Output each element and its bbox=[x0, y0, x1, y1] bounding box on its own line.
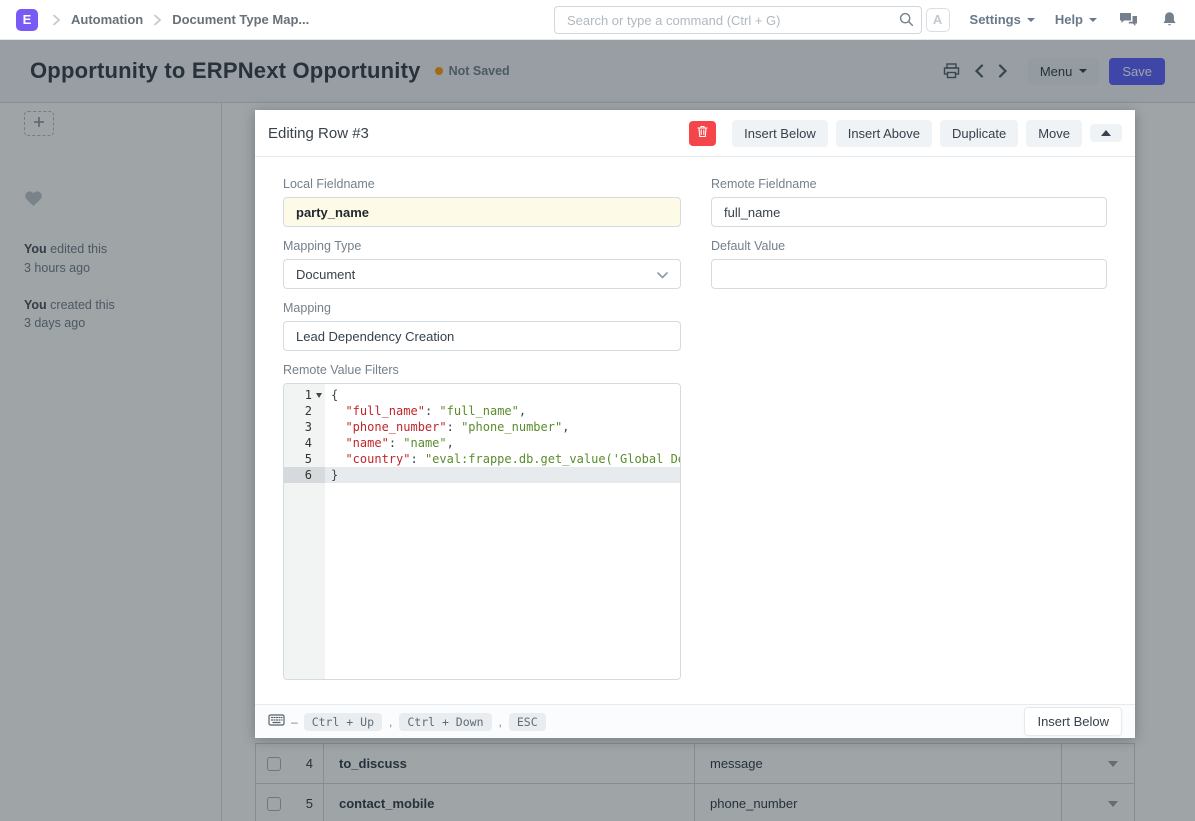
trash-icon bbox=[697, 125, 708, 141]
global-search bbox=[554, 6, 922, 34]
user-avatar[interactable]: A bbox=[926, 8, 950, 32]
shortcut-esc: ESC bbox=[509, 713, 546, 731]
code-line-number: 5 bbox=[284, 451, 325, 467]
breadcrumb-item-doctype-map[interactable]: Document Type Map... bbox=[172, 12, 309, 27]
field-label: Mapping Type bbox=[283, 239, 681, 253]
row-editor-actions: Insert Below Insert Above Duplicate Move bbox=[689, 120, 1122, 147]
field-mapping: Mapping bbox=[283, 301, 681, 351]
field-local-fieldname: Local Fieldname bbox=[283, 177, 681, 227]
settings-menu[interactable]: Settings bbox=[970, 12, 1035, 27]
breadcrumb: Automation Document Type Map... bbox=[52, 12, 309, 27]
code-line: "phone_number": "phone_number", bbox=[325, 419, 680, 435]
form-column-right: Remote Fieldname Default Value bbox=[711, 177, 1107, 692]
code-line: "country": "eval:frappe.db.get_value('Gl… bbox=[325, 451, 680, 467]
code-line-number: 4 bbox=[284, 435, 325, 451]
collapse-row-button[interactable] bbox=[1090, 124, 1122, 142]
code-line: "name": "name", bbox=[325, 435, 680, 451]
code-line-number: 3 bbox=[284, 419, 325, 435]
search-icon bbox=[899, 12, 914, 32]
caret-down-icon bbox=[1089, 18, 1097, 22]
field-label: Mapping bbox=[283, 301, 681, 315]
caret-up-icon bbox=[1101, 130, 1111, 136]
remote-value-filters-editor[interactable]: 123456 { "full_name": "full_name", "phon… bbox=[283, 383, 681, 680]
field-mapping-type: Mapping Type Document bbox=[283, 239, 681, 289]
field-remote-value-filters: Remote Value Filters 123456 { "full_name… bbox=[283, 363, 681, 680]
navbar-right: A Settings Help bbox=[926, 8, 1179, 32]
footer-insert-below-button[interactable]: Insert Below bbox=[1024, 707, 1122, 736]
app-logo[interactable]: E bbox=[16, 9, 38, 31]
shortcut-separator: , bbox=[389, 715, 392, 729]
move-button[interactable]: Move bbox=[1026, 120, 1082, 147]
code-line-number: 6 bbox=[284, 467, 325, 483]
mapping-type-select[interactable]: Document bbox=[283, 259, 681, 289]
mapping-input[interactable] bbox=[283, 321, 681, 351]
row-editor-header: Editing Row #3 Insert Below Insert Above… bbox=[255, 110, 1135, 157]
settings-menu-label: Settings bbox=[970, 12, 1021, 27]
chat-icon[interactable] bbox=[1117, 10, 1140, 30]
shortcut-separator: , bbox=[499, 715, 502, 729]
remote-fieldname-input[interactable] bbox=[711, 197, 1107, 227]
shortcut-ctrl-down: Ctrl + Down bbox=[399, 713, 491, 731]
form-column-left: Local Fieldname Mapping Type Document bbox=[283, 177, 681, 692]
field-remote-fieldname: Remote Fieldname bbox=[711, 177, 1107, 227]
code-line: } bbox=[325, 467, 680, 483]
chevron-down-icon bbox=[657, 267, 668, 282]
field-label: Default Value bbox=[711, 239, 1107, 253]
mapping-type-value: Document bbox=[296, 267, 355, 282]
local-fieldname-input[interactable] bbox=[283, 197, 681, 227]
code-lines: { "full_name": "full_name", "phone_numbe… bbox=[325, 384, 680, 483]
bell-icon[interactable] bbox=[1160, 9, 1179, 30]
field-label: Remote Fieldname bbox=[711, 177, 1107, 191]
code-gutter: 123456 bbox=[284, 384, 325, 679]
code-line: "full_name": "full_name", bbox=[325, 403, 680, 419]
code-line: { bbox=[325, 387, 680, 403]
help-menu[interactable]: Help bbox=[1055, 12, 1097, 27]
fold-caret-icon[interactable] bbox=[316, 393, 322, 398]
navbar: E Automation Document Type Map... A Sett… bbox=[0, 0, 1195, 40]
insert-below-button[interactable]: Insert Below bbox=[732, 120, 828, 147]
delete-row-button[interactable] bbox=[689, 121, 716, 146]
shortcut-dash: – bbox=[291, 715, 298, 729]
field-label: Local Fieldname bbox=[283, 177, 681, 191]
row-editor-footer: – Ctrl + Up , Ctrl + Down , ESC Insert B… bbox=[255, 704, 1135, 738]
field-label: Remote Value Filters bbox=[283, 363, 681, 377]
search-input[interactable] bbox=[554, 6, 922, 34]
chevron-right-icon bbox=[52, 14, 61, 26]
insert-above-button[interactable]: Insert Above bbox=[836, 120, 932, 147]
help-menu-label: Help bbox=[1055, 12, 1083, 27]
breadcrumb-item-automation[interactable]: Automation bbox=[71, 12, 143, 27]
duplicate-button[interactable]: Duplicate bbox=[940, 120, 1018, 147]
row-editor-form: Local Fieldname Mapping Type Document bbox=[255, 157, 1135, 712]
code-line-number: 2 bbox=[284, 403, 325, 419]
code-line-number: 1 bbox=[284, 387, 325, 403]
app: E Automation Document Type Map... A Sett… bbox=[0, 0, 1195, 821]
row-editor-panel: Editing Row #3 Insert Below Insert Above… bbox=[255, 110, 1135, 738]
caret-down-icon bbox=[1027, 18, 1035, 22]
chevron-right-icon bbox=[153, 14, 162, 26]
keyboard-icon bbox=[268, 713, 285, 731]
field-default-value: Default Value bbox=[711, 239, 1107, 289]
row-editor-title: Editing Row #3 bbox=[268, 125, 369, 142]
shortcut-ctrl-up: Ctrl + Up bbox=[304, 713, 382, 731]
default-value-input[interactable] bbox=[711, 259, 1107, 289]
